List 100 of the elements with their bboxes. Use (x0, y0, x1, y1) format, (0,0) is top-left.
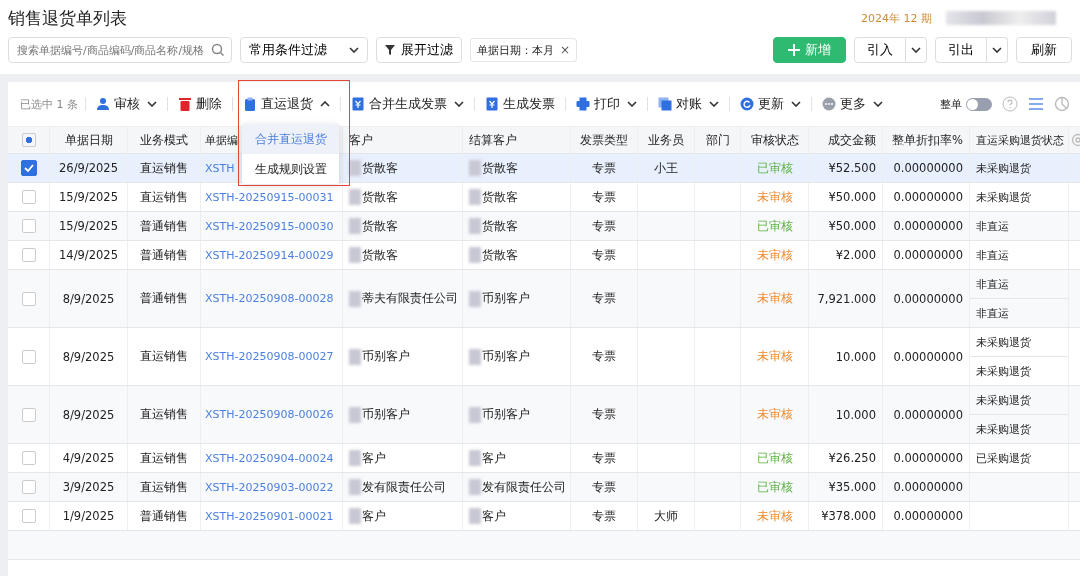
table-cell: 货散客 (362, 189, 398, 205)
table-cell: ¥26.250 (828, 451, 876, 465)
toolbar-action[interactable]: 直运退货 (240, 95, 333, 113)
column-header: 结算客户 (469, 132, 517, 148)
audit-status: 未审核 (756, 247, 793, 263)
table-cell: 小王 (654, 160, 678, 176)
search-field[interactable]: 搜索单据编号/商品编码/商品名称/规格 (8, 37, 232, 63)
row-checkbox[interactable] (21, 190, 36, 204)
caret-icon (992, 47, 1002, 53)
column-header: 单据编 (205, 132, 238, 148)
toolbar-action[interactable]: 删除 (175, 95, 225, 113)
toolbar-action[interactable]: 更多 (819, 95, 886, 113)
clipboard-icon (243, 97, 257, 111)
toolbar-action[interactable]: 生成发票 (482, 95, 558, 113)
table-cell: 货散客 (482, 160, 518, 176)
document-number-link[interactable]: XSTH-20250903-00022 (205, 480, 334, 494)
table-cell: 货散客 (482, 189, 518, 205)
redaction-blur (469, 450, 481, 466)
table-cell: 货散客 (362, 160, 398, 176)
table-cell: 26/9/2025 (59, 161, 118, 175)
document-number-link[interactable]: XSTH (205, 161, 235, 175)
column-header: 客户 (349, 132, 373, 148)
audit-status: 未审核 (756, 291, 793, 306)
row-checkbox[interactable] (21, 407, 36, 422)
column-header: 成交金额 (828, 132, 876, 148)
redaction-blur (349, 218, 361, 234)
table-cell: 0.00000000 (893, 291, 963, 306)
table-cell: 未采购退货 (976, 334, 1031, 350)
caret-button[interactable] (906, 37, 927, 63)
chart-view-icon[interactable] (1054, 96, 1070, 112)
document-number-link[interactable]: XSTH-20250908-00027 (205, 350, 334, 363)
caret-button[interactable] (987, 37, 1008, 63)
list-view-icon[interactable] (1028, 97, 1044, 111)
table-cell: 未采购退货 (976, 160, 1031, 176)
document-number-link[interactable]: XSTH-20250915-00030 (205, 219, 334, 233)
search-icon (211, 43, 225, 57)
table-cell: ¥378.000 (821, 509, 876, 523)
redacted-account[interactable] (946, 11, 1056, 25)
split-action-button[interactable]: 引入 (854, 37, 906, 63)
tag-close-button[interactable]: × (556, 38, 578, 62)
redaction-blur (349, 348, 361, 365)
documents-icon (658, 97, 672, 111)
expand-filter-button[interactable]: 展开过滤 (376, 37, 462, 63)
table-cell: 专票 (592, 189, 616, 205)
settings-icon[interactable] (1070, 133, 1080, 147)
toolbar-action[interactable]: 合并生成发票 (348, 95, 467, 113)
table-cell: 专票 (592, 218, 616, 234)
table-cell: 币别客户 (362, 407, 410, 422)
menu-item[interactable]: 生成规则设置 (242, 154, 339, 184)
condition-filter-select[interactable]: 常用条件过滤 (240, 37, 368, 63)
redaction-blur (469, 479, 481, 495)
table-cell: 专票 (592, 479, 616, 495)
document-number-link[interactable]: XSTH-20250904-00024 (205, 451, 334, 465)
menu-item[interactable]: 合并直运退货 (242, 124, 339, 154)
table-cell: 非直运 (976, 305, 1009, 321)
row-checkbox[interactable] (21, 248, 36, 262)
row-checkbox[interactable] (20, 160, 37, 176)
table-cell: 币别客户 (482, 349, 530, 364)
toolbar-action[interactable]: 审核 (93, 95, 160, 113)
row-checkbox[interactable] (21, 451, 36, 465)
table-cell: 15/9/2025 (59, 219, 118, 233)
redaction-blur (469, 189, 481, 205)
audit-status: 已审核 (756, 218, 793, 234)
table-cell: 非直运 (976, 247, 1009, 263)
toolbar-action[interactable]: 对账 (655, 95, 722, 113)
table-cell: 客户 (362, 450, 386, 466)
row-checkbox[interactable] (21, 480, 36, 494)
toggle-label: 整单 (940, 96, 962, 112)
table-cell: 未采购退货 (976, 363, 1031, 379)
trash-icon (178, 97, 192, 111)
select-all-checkbox[interactable] (21, 133, 36, 147)
redaction-blur (349, 508, 361, 524)
document-number-link[interactable]: XSTH-20250901-00021 (205, 509, 334, 523)
table-cell: 10.000 (835, 407, 876, 422)
table-cell: 货散客 (482, 218, 518, 234)
document-number-link[interactable]: XSTH-20250914-00029 (205, 248, 334, 262)
document-number-link[interactable]: XSTH-20250908-00026 (205, 408, 334, 421)
document-number-link[interactable]: XSTH-20250915-00031 (205, 190, 334, 204)
table-cell: 币别客户 (482, 291, 530, 306)
split-action-button[interactable]: 引出 (935, 37, 987, 63)
redaction-blur (469, 218, 481, 234)
table-cell: ¥50.000 (828, 190, 876, 204)
row-checkbox[interactable] (21, 219, 36, 233)
audit-status: 已审核 (756, 479, 793, 495)
table-cell: 客户 (482, 508, 506, 524)
toolbar-action[interactable]: 更新 (737, 95, 804, 113)
document-number-link[interactable]: XSTH-20250908-00028 (205, 292, 334, 305)
help-icon[interactable] (1002, 96, 1018, 112)
table-cell: 大师 (654, 508, 678, 524)
invoice-icon (485, 97, 499, 111)
whole-order-switch[interactable] (966, 97, 992, 111)
refresh-icon (740, 97, 754, 111)
table-cell: 0.00000000 (893, 219, 963, 233)
table-cell: 15/9/2025 (59, 190, 118, 204)
row-checkbox[interactable] (21, 349, 36, 364)
refresh-button[interactable]: 刷新 (1016, 37, 1072, 63)
redaction-blur (349, 479, 361, 495)
row-checkbox[interactable] (21, 291, 36, 306)
row-checkbox[interactable] (21, 509, 36, 523)
toolbar-action[interactable]: 打印 (573, 95, 640, 113)
